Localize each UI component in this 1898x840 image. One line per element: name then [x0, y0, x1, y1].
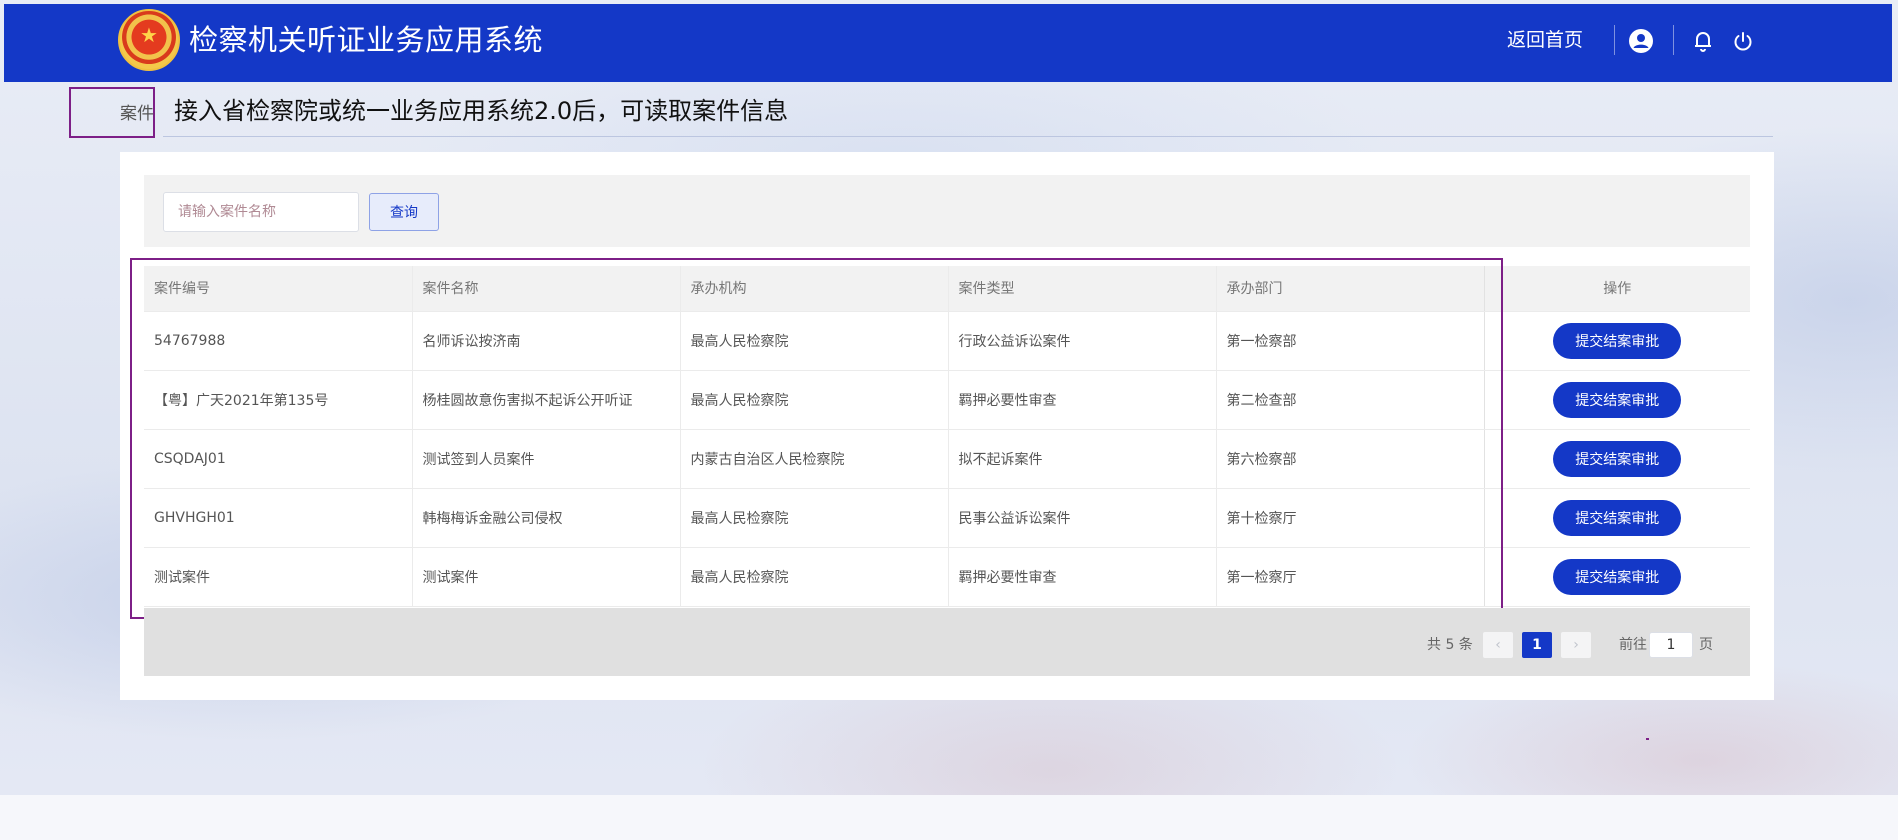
cell-dept: 第二检查部: [1216, 370, 1485, 430]
cell-dept: 第一检察厅: [1216, 547, 1485, 607]
cell-org: 最高人民检察院: [680, 370, 949, 430]
table-row: 54767988 名师诉讼按济南 最高人民检察院 行政公益诉讼案件 第一检察部 …: [144, 311, 1750, 371]
cell-case-type: 羁押必要性审查: [948, 547, 1217, 607]
cell-org: 最高人民检察院: [680, 547, 949, 607]
submit-closure-approval-button[interactable]: 提交结案审批: [1553, 322, 1682, 359]
column-header-dept: 承办部门: [1216, 266, 1485, 312]
prev-page-button[interactable]: ‹: [1483, 632, 1513, 658]
table-row: 【粤】广天2021年第135号 杨桂圆故意伤害拟不起诉公开听证 最高人民检察院 …: [144, 370, 1750, 430]
cell-case-type: 羁押必要性审查: [948, 370, 1217, 430]
cell-case-name: 测试签到人员案件: [412, 429, 681, 489]
cell-dept: 第一检察部: [1216, 311, 1485, 371]
annotation-mark: [1646, 738, 1649, 740]
cell-dept: 第六检察部: [1216, 429, 1485, 489]
table-row: CSQDAJ01 测试签到人员案件 内蒙古自治区人民检察院 拟不起诉案件 第六检…: [144, 429, 1750, 489]
emblem-star: ★: [140, 23, 158, 47]
submit-closure-approval-button[interactable]: 提交结案审批: [1553, 440, 1682, 477]
table-row: 测试案件 测试案件 最高人民检察院 羁押必要性审查 第一检察厅 提交结案审批: [144, 547, 1750, 607]
query-button[interactable]: 查询: [369, 193, 439, 231]
cell-action: 提交结案审批: [1484, 311, 1750, 371]
cell-case-id: 测试案件: [144, 547, 413, 607]
power-icon[interactable]: [1730, 28, 1756, 54]
cell-case-name: 杨桂圆故意伤害拟不起诉公开听证: [412, 370, 681, 430]
user-icon[interactable]: [1628, 28, 1654, 54]
header-divider: [1614, 25, 1615, 55]
goto-label: 前往: [1619, 637, 1647, 653]
cell-org: 内蒙古自治区人民检察院: [680, 429, 949, 489]
cell-case-type: 民事公益诉讼案件: [948, 488, 1217, 548]
case-table: 案件编号 案件名称 承办机构 案件类型 承办部门 操作 54767988 名师诉…: [144, 266, 1750, 607]
column-header-case-name: 案件名称: [412, 266, 681, 312]
next-page-button[interactable]: ›: [1561, 632, 1591, 658]
column-header-case-type: 案件类型: [948, 266, 1217, 312]
cell-case-type: 行政公益诉讼案件: [948, 311, 1217, 371]
cell-case-name: 测试案件: [412, 547, 681, 607]
page-number-1[interactable]: 1: [1522, 632, 1552, 658]
cell-org: 最高人民检察院: [680, 311, 949, 371]
table-header-row: 案件编号 案件名称 承办机构 案件类型 承办部门 操作: [144, 266, 1750, 312]
cell-case-id: GHVHGH01: [144, 488, 413, 548]
cell-case-id: CSQDAJ01: [144, 429, 413, 489]
submit-closure-approval-button[interactable]: 提交结案审批: [1553, 381, 1682, 418]
bell-icon[interactable]: [1690, 28, 1716, 54]
table-row: GHVHGH01 韩梅梅诉金融公司侵权 最高人民检察院 民事公益诉讼案件 第十检…: [144, 488, 1750, 548]
cell-case-type: 拟不起诉案件: [948, 429, 1217, 489]
cell-action: 提交结案审批: [1484, 370, 1750, 430]
integration-notice: 接入省检察院或统一业务应用系统2.0后，可读取案件信息: [174, 97, 789, 125]
cell-action: 提交结案审批: [1484, 429, 1750, 489]
cell-case-name: 名师诉讼按济南: [412, 311, 681, 371]
tab-cases[interactable]: 案件: [120, 103, 154, 125]
submit-closure-approval-button[interactable]: 提交结案审批: [1553, 499, 1682, 536]
home-link[interactable]: 返回首页: [1507, 28, 1583, 52]
app-title: 检察机关听证业务应用系统: [189, 23, 544, 57]
cell-case-name: 韩梅梅诉金融公司侵权: [412, 488, 681, 548]
header-divider: [1673, 25, 1674, 55]
cell-action: 提交结案审批: [1484, 547, 1750, 607]
national-emblem-icon: ★: [118, 9, 180, 71]
column-header-case-id: 案件编号: [144, 266, 413, 312]
cell-case-id: 【粤】广天2021年第135号: [144, 370, 413, 430]
column-header-actions: 操作: [1484, 266, 1750, 312]
goto-page-input[interactable]: [1649, 632, 1693, 658]
cell-dept: 第十检察厅: [1216, 488, 1485, 548]
cell-org: 最高人民检察院: [680, 488, 949, 548]
page-suffix: 页: [1699, 637, 1713, 653]
column-header-org: 承办机构: [680, 266, 949, 312]
case-name-search-input[interactable]: [163, 192, 359, 232]
cell-action: 提交结案审批: [1484, 488, 1750, 548]
total-count: 共 5 条: [1427, 637, 1473, 653]
banner-divider: [163, 136, 1773, 137]
submit-closure-approval-button[interactable]: 提交结案审批: [1553, 558, 1682, 595]
cell-case-id: 54767988: [144, 311, 413, 371]
